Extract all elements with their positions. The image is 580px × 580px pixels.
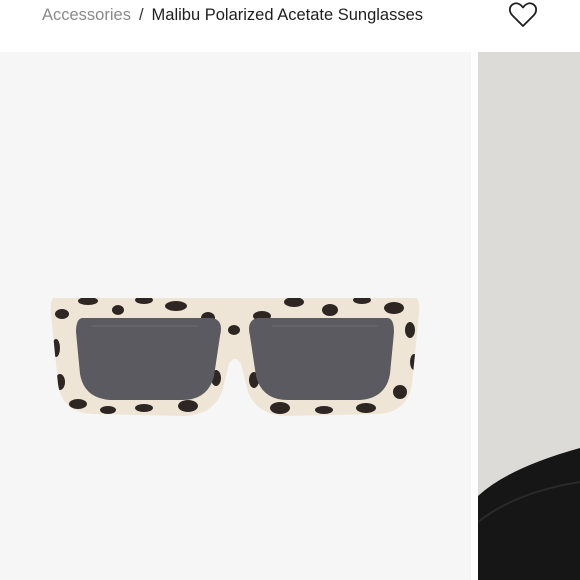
- product-header: Accessories / Malibu Polarized Acetate S…: [0, 0, 580, 52]
- breadcrumb-link-accessories[interactable]: Accessories: [42, 6, 131, 25]
- breadcrumb-separator: /: [138, 5, 144, 24]
- model-photo: [478, 52, 580, 580]
- breadcrumb-current-product: Malibu Polarized Acetate Sunglasses: [151, 5, 424, 24]
- product-image-sunglasses[interactable]: [0, 52, 471, 580]
- model-image[interactable]: [478, 52, 580, 580]
- sunglasses-image: [50, 298, 420, 416]
- breadcrumb: Accessories / Malibu Polarized Acetate S…: [42, 4, 423, 26]
- product-gallery: [0, 52, 580, 580]
- heart-outline-icon: [508, 2, 538, 27]
- wishlist-button[interactable]: [508, 1, 538, 29]
